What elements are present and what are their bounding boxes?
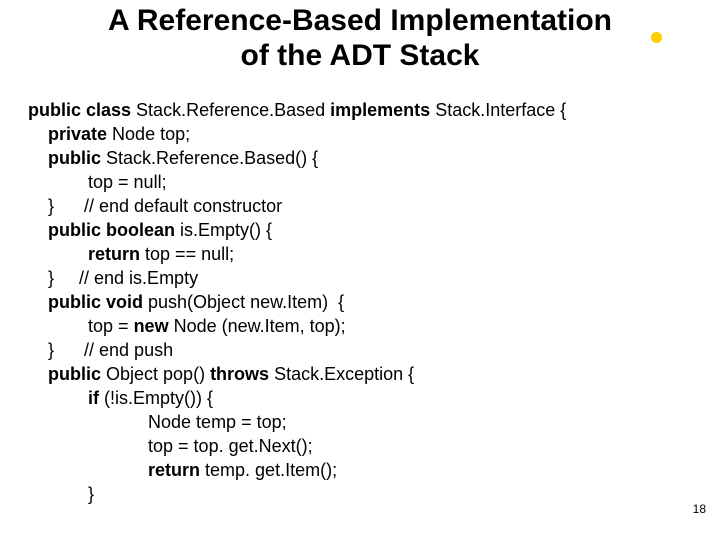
code-text: temp. get.Item(); [205,460,337,480]
kw-new: new [134,316,174,336]
kw-throws: throws [210,364,274,384]
kw-public-boolean: public boolean [28,220,180,240]
kw-public-void: public void [28,292,148,312]
bullet-dot-icon [651,32,662,43]
title-line-1: A Reference-Based Implementation [108,4,612,37]
code-text: } // end push [28,340,173,360]
kw-return: return [28,244,145,264]
code-text: } // end is.Empty [28,268,198,288]
kw-public-class: public class [28,100,136,120]
kw-public: public [28,148,106,168]
code-text: Node (new.Item, top); [174,316,346,336]
code-text: top = null; [28,172,167,192]
code-text: Node temp = top; [28,412,287,432]
code-text: Object pop() [106,364,210,384]
kw-public: public [28,364,106,384]
code-text: top = top. get.Next(); [28,436,313,456]
kw-implements: implements [330,100,435,120]
code-text: Stack.Exception { [274,364,414,384]
kw-private: private [28,124,112,144]
code-text: is.Empty() { [180,220,272,240]
code-text: (!is.Empty()) { [104,388,213,408]
slide: A Reference-Based Implementation of the … [0,0,720,540]
code-text: } // end default constructor [28,196,282,216]
code-text: Node top; [112,124,190,144]
code-text: top == null; [145,244,234,264]
page-number: 18 [693,502,706,516]
kw-return: return [28,460,205,480]
code-block: public class Stack.Reference.Based imple… [28,98,566,506]
code-text: Stack.Reference.Based [136,100,330,120]
title-line-2: of the ADT Stack [241,39,480,72]
code-text: top = [28,316,134,336]
code-text: } [28,484,94,504]
code-text: push(Object new.Item) { [148,292,344,312]
code-text: Stack.Reference.Based() { [106,148,318,168]
code-text: Stack.Interface { [435,100,566,120]
kw-if: if [28,388,104,408]
slide-title: A Reference-Based Implementation of the … [0,0,720,73]
